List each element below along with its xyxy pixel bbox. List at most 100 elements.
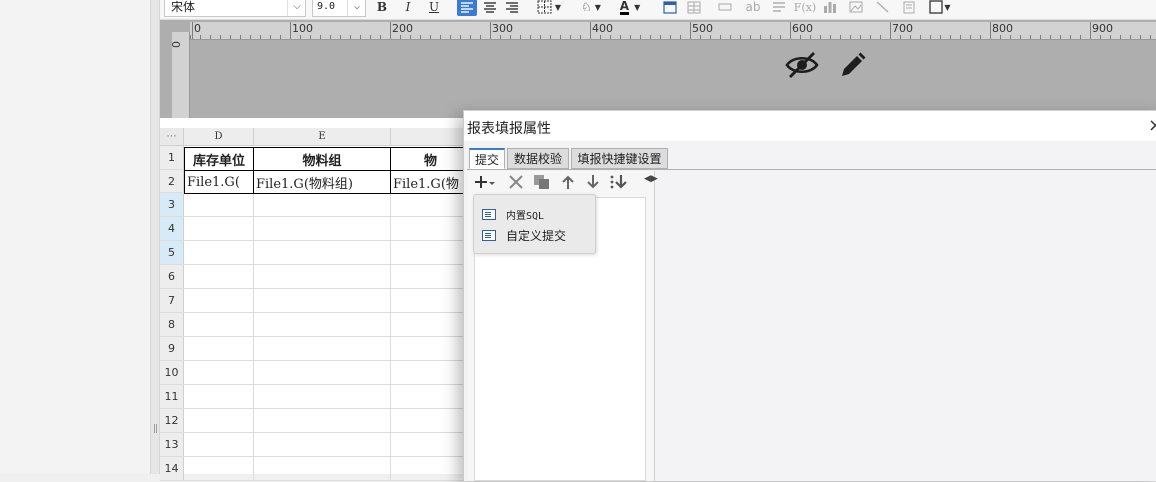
- cell-d1[interactable]: 库存单位: [184, 147, 254, 171]
- select-all-corner[interactable]: ⋯: [160, 128, 184, 146]
- image-button[interactable]: [848, 0, 864, 16]
- cell-empty[interactable]: [391, 385, 471, 409]
- row-header[interactable]: 6: [160, 265, 184, 289]
- slash-button[interactable]: [874, 0, 890, 16]
- cell-empty[interactable]: [254, 457, 391, 481]
- cell-empty[interactable]: [254, 265, 391, 289]
- table-button[interactable]: [686, 0, 702, 16]
- row-header[interactable]: 5: [160, 241, 184, 265]
- row-header[interactable]: 1: [160, 146, 184, 170]
- cell-empty[interactable]: [184, 361, 254, 385]
- add-button[interactable]: [474, 174, 496, 194]
- cell-d2[interactable]: File1.G(: [184, 171, 254, 194]
- cell-f2[interactable]: File1.G(物: [391, 171, 471, 194]
- column-header-f[interactable]: [391, 128, 471, 146]
- resize-handle-icon[interactable]: ◀▶: [644, 174, 658, 184]
- border-button[interactable]: ▼: [534, 0, 564, 16]
- chevron-down-icon[interactable]: ⌵: [347, 0, 366, 16]
- cell-empty[interactable]: [391, 194, 471, 217]
- cell-empty[interactable]: [391, 361, 471, 385]
- row-header[interactable]: 4: [160, 217, 184, 241]
- cell-e1[interactable]: 物料组: [254, 147, 391, 171]
- cell-empty[interactable]: [184, 313, 254, 337]
- cell-empty[interactable]: [391, 457, 471, 481]
- cell-empty[interactable]: [254, 361, 391, 385]
- row-header[interactable]: 7: [160, 289, 184, 313]
- cell-empty[interactable]: [184, 433, 254, 457]
- freeze-button[interactable]: [662, 0, 678, 16]
- row-header[interactable]: 10: [160, 361, 184, 385]
- row-header[interactable]: 9: [160, 337, 184, 361]
- cell-empty[interactable]: [254, 433, 391, 457]
- align-right-button[interactable]: [503, 0, 521, 16]
- copy-button[interactable]: [533, 174, 551, 194]
- align-left-button[interactable]: [457, 0, 477, 16]
- cell-empty[interactable]: [254, 409, 391, 433]
- row-header[interactable]: 2: [160, 170, 184, 193]
- cell-empty[interactable]: [254, 337, 391, 361]
- row-header[interactable]: 3: [160, 193, 184, 217]
- cell-empty[interactable]: [184, 385, 254, 409]
- text-color-button[interactable]: A ▼: [615, 0, 645, 16]
- chart-button[interactable]: [822, 0, 838, 16]
- menu-item-custom-submit[interactable]: 自定义提交: [482, 225, 566, 245]
- pane-splitter[interactable]: ||: [150, 0, 160, 474]
- tab-data-validation[interactable]: 数据校验: [507, 148, 569, 169]
- page-button[interactable]: [901, 0, 917, 16]
- frame-button[interactable]: ▼: [927, 0, 953, 16]
- cell-empty[interactable]: [391, 313, 471, 337]
- merge-button[interactable]: [717, 0, 733, 16]
- cell-empty[interactable]: [391, 409, 471, 433]
- align-center-button[interactable]: [481, 0, 499, 16]
- spell-check-button[interactable]: ab: [744, 0, 762, 16]
- move-up-button[interactable]: [561, 174, 575, 194]
- column-header-e[interactable]: E: [254, 128, 391, 146]
- chevron-down-icon[interactable]: ⌵: [287, 0, 306, 16]
- cell-empty[interactable]: [184, 265, 254, 289]
- cell-empty[interactable]: [254, 385, 391, 409]
- cell-empty[interactable]: [184, 289, 254, 313]
- cell-empty[interactable]: [184, 194, 254, 217]
- cell-empty[interactable]: [184, 241, 254, 265]
- splitter-grip-icon[interactable]: ||: [153, 424, 158, 434]
- row-header[interactable]: 14: [160, 457, 184, 481]
- hide-icon[interactable]: [784, 50, 820, 83]
- row-header[interactable]: 12: [160, 409, 184, 433]
- cell-empty[interactable]: [391, 265, 471, 289]
- cell-empty[interactable]: [184, 409, 254, 433]
- cell-e2[interactable]: File1.G(物料组): [254, 171, 391, 194]
- underline-button[interactable]: U: [427, 0, 441, 16]
- bold-button[interactable]: B: [375, 0, 389, 16]
- row-header[interactable]: 13: [160, 433, 184, 457]
- cell-empty[interactable]: [184, 217, 254, 241]
- font-size-select[interactable]: 9.0 ⌵: [312, 0, 366, 17]
- cell-empty[interactable]: [391, 433, 471, 457]
- formula-button[interactable]: F(x): [794, 0, 816, 16]
- cell-empty[interactable]: [391, 289, 471, 313]
- paragraph-button[interactable]: [771, 0, 787, 16]
- font-family-select[interactable]: 宋体 ⌵: [164, 0, 306, 17]
- cell-empty[interactable]: [254, 289, 391, 313]
- cell-empty[interactable]: [184, 337, 254, 361]
- cell-empty[interactable]: [184, 457, 254, 481]
- move-down-button[interactable]: [586, 174, 600, 194]
- cell-empty[interactable]: [391, 241, 471, 265]
- fill-color-button[interactable]: ♘ ▼: [576, 0, 606, 16]
- row-header[interactable]: 8: [160, 313, 184, 337]
- cell-empty[interactable]: [254, 217, 391, 241]
- cell-empty[interactable]: [391, 217, 471, 241]
- delete-button[interactable]: [508, 174, 524, 194]
- cell-empty[interactable]: [254, 313, 391, 337]
- cell-empty[interactable]: [254, 241, 391, 265]
- tab-submit[interactable]: 提交: [469, 148, 505, 169]
- cell-f1[interactable]: 物: [391, 147, 471, 171]
- row-header[interactable]: 11: [160, 385, 184, 409]
- close-icon[interactable]: ×: [1148, 115, 1156, 136]
- italic-button[interactable]: I: [401, 0, 415, 16]
- menu-item-builtin-sql[interactable]: 内置SQL: [482, 204, 544, 224]
- tab-shortcut-settings[interactable]: 填报快捷键设置: [571, 148, 668, 169]
- column-header-d[interactable]: D: [184, 128, 254, 146]
- move-bottom-button[interactable]: [609, 174, 629, 196]
- cell-empty[interactable]: [391, 337, 471, 361]
- edit-pencil-icon[interactable]: [836, 50, 868, 85]
